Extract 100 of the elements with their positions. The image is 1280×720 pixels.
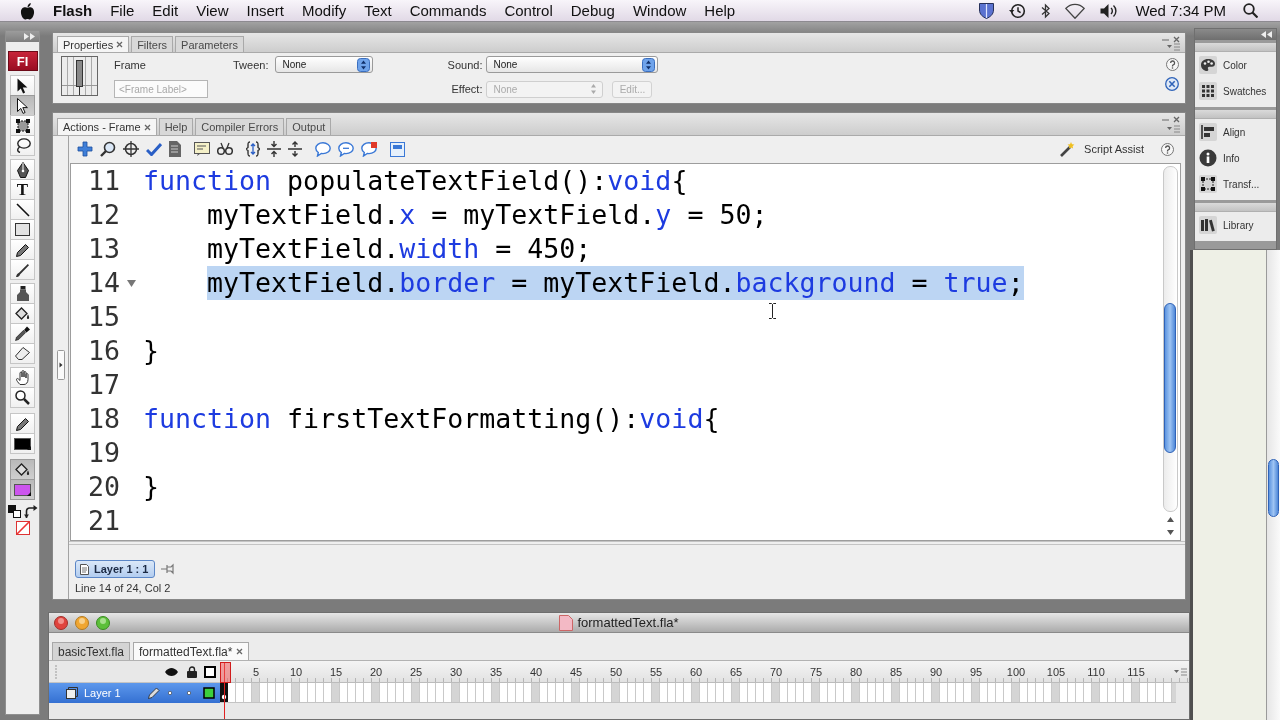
square-icon[interactable] [202,687,215,699]
panel-tab[interactable]: Actions - Frame [57,118,157,135]
help-icon[interactable] [1165,58,1179,71]
script-assist-button[interactable]: Script Assist [1060,141,1144,157]
lock-icon[interactable] [187,665,197,678]
speaker-icon[interactable] [1100,2,1119,19]
panel-tab[interactable]: Output [286,118,332,135]
crossed-circle-icon[interactable] [1165,77,1179,91]
eye-icon[interactable] [165,667,178,676]
tool-button[interactable] [10,259,35,280]
layer-row[interactable]: Layer 1 [49,683,220,703]
add-icon[interactable] [77,141,93,157]
crosshair-icon[interactable] [123,141,139,157]
tool-button[interactable] [10,387,35,408]
fold-triangle-icon[interactable] [127,279,136,287]
note-icon[interactable] [194,142,210,156]
updown-arrows-icon[interactable] [642,57,656,72]
collapse-icon[interactable] [267,141,281,157]
expand-icon[interactable] [288,141,302,157]
tool-button[interactable] [10,219,35,240]
scroll-arrows-icon[interactable] [1165,516,1175,536]
tool-button[interactable]: T [10,179,35,200]
panel-tab[interactable]: Compiler Errors [195,118,285,135]
scrollbar-track[interactable] [1266,250,1280,720]
app-menu[interactable]: Flash [53,0,93,21]
bluetooth-icon[interactable] [1041,2,1051,19]
dot-icon[interactable] [186,691,191,695]
panel-tab[interactable]: Filters [131,36,174,52]
minimize-icon[interactable] [75,615,89,630]
clock[interactable]: Wed 7:34 PM [1135,2,1226,19]
tool-button[interactable] [10,115,35,136]
color-mode-button[interactable] [10,459,35,480]
pencil-icon[interactable] [147,687,160,699]
tool-button[interactable] [10,323,35,344]
menu-item[interactable]: Commands [409,0,487,21]
tween-dropdown[interactable]: None [275,56,374,73]
default-colors-icon[interactable] [7,505,21,518]
document-icon[interactable] [169,141,181,157]
frame-label-field[interactable]: <Frame Label> [114,80,208,98]
zoom-icon[interactable] [96,615,110,630]
code-editor[interactable] [70,163,1181,541]
dock-panel-button[interactable]: Swatches [1195,78,1276,104]
tool-button[interactable] [10,135,35,156]
dock-panel-button[interactable]: Align [1195,119,1276,145]
panel-menu-icon[interactable] [1167,125,1180,133]
scrollbar-track[interactable] [1162,166,1178,512]
menu-item[interactable]: Text [364,0,392,21]
panel-tab[interactable]: Parameters [175,36,244,52]
pin-icon[interactable] [160,563,175,575]
panel-tab[interactable]: Properties [57,36,130,52]
brace-arrows-icon[interactable] [246,141,260,157]
tool-button[interactable] [10,239,35,260]
wifi-icon[interactable] [1065,2,1086,19]
tool-button[interactable] [10,303,35,324]
menu-item[interactable]: File [110,0,135,21]
close-icon[interactable] [1173,116,1180,123]
tool-button[interactable] [10,95,35,116]
playhead[interactable] [220,662,229,719]
frame-ruler[interactable]: 5 10 15 20 25 30 35 40 45 50 55 60 65 70 75 80 85 90 95 100 105 110 115 [220,661,1189,683]
dock-panel-button[interactable]: Color [1195,52,1276,78]
grip-icon[interactable] [54,664,58,679]
outline-square-icon[interactable] [204,665,216,678]
tool-button[interactable] [10,367,35,388]
swap-arrows-icon[interactable] [23,505,38,518]
close-icon[interactable] [143,123,151,131]
menu-item[interactable]: View [196,0,229,21]
check-icon[interactable] [146,142,162,156]
menu-item[interactable]: Modify [302,0,347,21]
panel-toggle-icon[interactable] [390,141,405,157]
tool-button[interactable] [10,283,35,304]
scrollbar-thumb[interactable] [1164,303,1176,453]
comment-bubble-icon[interactable] [315,141,331,157]
collapse-arrows-icon[interactable] [1261,31,1272,38]
no-color-icon[interactable] [15,521,30,535]
splitter-handle[interactable] [56,350,65,380]
comment-bubble-icon[interactable] [361,141,377,157]
dot-icon[interactable] [167,691,172,695]
glasses-icon[interactable] [217,142,233,156]
menu-item[interactable]: Insert [246,0,284,21]
search-icon[interactable] [100,141,116,157]
document-tab[interactable]: formattedText.fla* [133,642,250,660]
dock-panel-button[interactable]: Info [1195,145,1276,171]
menu-item[interactable]: Debug [570,0,615,21]
menu-item[interactable]: Edit [152,0,179,21]
menu-item[interactable]: Window [632,0,687,21]
expand-arrows-icon[interactable] [24,33,35,40]
tool-button[interactable] [10,75,35,96]
menu-item[interactable]: Help [704,0,736,21]
tool-button[interactable] [10,343,35,364]
close-icon[interactable] [1173,36,1180,43]
close-icon[interactable] [54,615,68,630]
tool-button[interactable] [10,159,35,180]
script-tab[interactable]: Layer 1 : 1 [75,560,156,578]
history-clock-icon[interactable] [1009,2,1027,19]
updown-arrows-icon[interactable] [357,57,371,72]
frame-cells[interactable] [220,683,1176,703]
search-icon[interactable] [1243,3,1258,18]
document-tab[interactable]: basicText.fla [52,642,131,660]
tool-button[interactable] [10,199,35,220]
panel-menu-icon[interactable] [1167,43,1180,51]
